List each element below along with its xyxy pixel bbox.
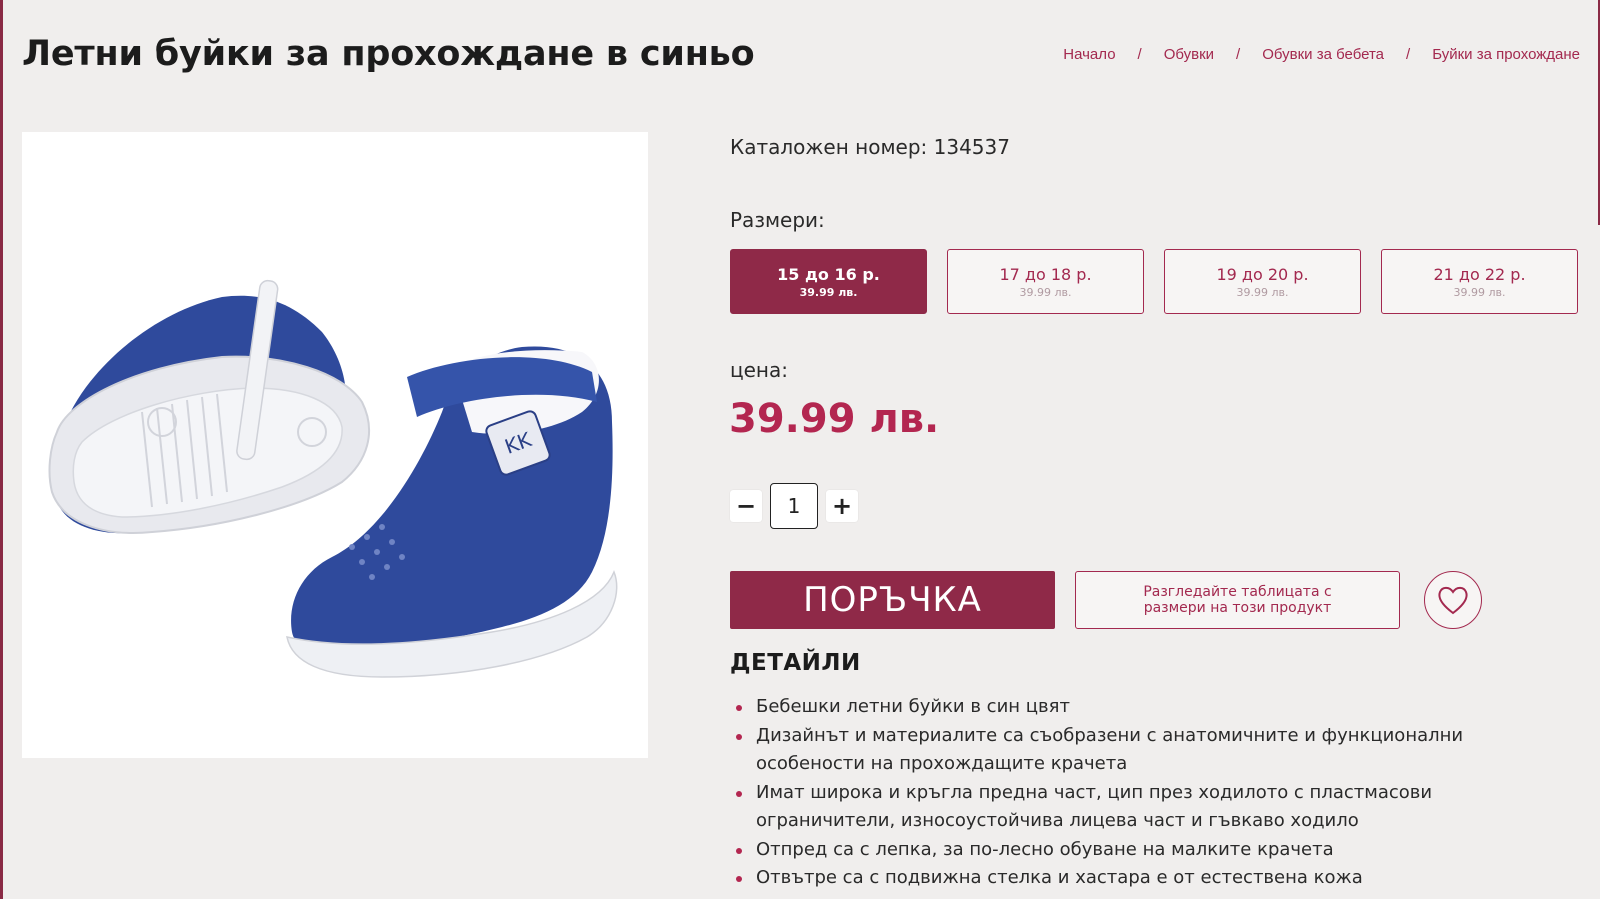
breadcrumb-baby-shoes[interactable]: Обувки за бебета [1262, 46, 1384, 63]
order-button[interactable]: ПОРЪЧКА [730, 571, 1055, 629]
details-item: Отпред са с лепка, за по-лесно обуване н… [730, 836, 1550, 865]
product-image[interactable]: KK [22, 132, 648, 758]
size-option-21-22[interactable]: 21 до 22 р. 39.99 лв. [1381, 249, 1578, 314]
size-price: 39.99 лв. [1236, 285, 1289, 299]
wishlist-button[interactable] [1424, 571, 1482, 629]
breadcrumb-home[interactable]: Начало [1063, 46, 1115, 63]
size-option-15-16[interactable]: 15 до 16 р. 39.99 лв. [730, 249, 927, 314]
size-name: 15 до 16 р. [777, 264, 880, 284]
breadcrumb-walking-shoes[interactable]: Буйки за прохождане [1432, 46, 1580, 63]
size-price: 39.99 лв. [799, 285, 858, 299]
breadcrumb-separator: / [1137, 46, 1142, 63]
minus-icon: − [735, 492, 757, 520]
breadcrumb-shoes[interactable]: Обувки [1164, 46, 1214, 63]
size-name: 19 до 20 р. [1216, 264, 1309, 284]
size-price: 39.99 лв. [1453, 285, 1506, 299]
size-name: 17 до 18 р. [999, 264, 1092, 284]
heart-icon [1438, 586, 1468, 615]
sizes-label: Размери: [730, 208, 825, 232]
details-title: ДЕТАЙЛИ [730, 650, 861, 676]
details-item: Отвътре са с подвижна стелка и хастара е… [730, 864, 1550, 893]
size-option-17-18[interactable]: 17 до 18 р. 39.99 лв. [947, 249, 1144, 314]
size-chart-button[interactable]: Разгледайте таблицата с размери на този … [1075, 571, 1400, 629]
catalog-number: Каталожен номер: 134537 [730, 135, 1010, 159]
size-price: 39.99 лв. [1019, 285, 1072, 299]
quantity-input[interactable] [770, 483, 818, 529]
details-item: Бебешки летни буйки в син цвят [730, 693, 1550, 722]
size-name: 21 до 22 р. [1433, 264, 1526, 284]
shoe-image: KK [48, 279, 618, 678]
quantity-increase-button[interactable]: + [826, 490, 858, 522]
left-shoe [48, 279, 371, 534]
breadcrumb-separator: / [1406, 46, 1411, 63]
details-item: Дизайнът и материалите са съобразени с а… [730, 722, 1550, 779]
details-list: Бебешки летни буйки в син цвят Дизайнът … [730, 693, 1550, 893]
size-options: 15 до 16 р. 39.99 лв. 17 до 18 р. 39.99 … [730, 249, 1578, 314]
size-option-19-20[interactable]: 19 до 20 р. 39.99 лв. [1164, 249, 1361, 314]
breadcrumb-separator: / [1236, 46, 1241, 63]
breadcrumb: Начало / Обувки / Обувки за бебета / Буй… [1063, 46, 1580, 63]
quantity-decrease-button[interactable]: − [730, 490, 762, 522]
quantity-stepper: − + [730, 483, 858, 529]
left-edge-accent [0, 0, 3, 899]
price-value: 39.99 лв. [729, 396, 940, 442]
details-item: Имат широка и кръгла предна част, цип пр… [730, 779, 1550, 836]
plus-icon: + [831, 492, 853, 520]
price-label: цена: [730, 358, 788, 382]
page-title: Летни буйки за прохождане в синьо [22, 34, 755, 74]
